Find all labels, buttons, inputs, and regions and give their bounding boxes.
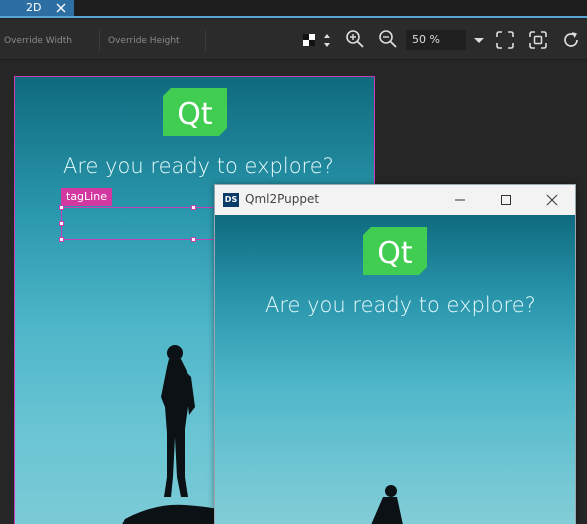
- preview-content: Qt Are you ready to explore?: [215, 215, 575, 524]
- resize-handle-left[interactable]: [59, 221, 64, 226]
- qml2puppet-window[interactable]: DS Qml2Puppet Qt Are you ready to explor…: [214, 184, 576, 524]
- zoom-out-icon[interactable]: [377, 28, 399, 50]
- tab-2d[interactable]: 2D: [0, 0, 74, 16]
- fit-selection-icon[interactable]: [527, 29, 549, 51]
- resize-handle-bottom-left[interactable]: [59, 237, 64, 242]
- resize-handle-top-left[interactable]: [59, 205, 64, 210]
- designer-window: { "tabs": [{ "label": "2D" }], "toolbar"…: [0, 0, 587, 524]
- spinner-arrows-icon[interactable]: [318, 30, 340, 52]
- override-width-field[interactable]: Override Width: [0, 30, 100, 52]
- qt-logo: Qt: [363, 227, 427, 275]
- qt-logo[interactable]: Qt: [163, 88, 227, 136]
- qt-logo-text: Qt: [177, 97, 213, 132]
- toolbar: Override Width Override Height 50 %: [0, 20, 587, 60]
- maximize-button[interactable]: [483, 185, 529, 215]
- maximize-icon: [501, 195, 511, 205]
- zoom-in-icon[interactable]: [344, 28, 366, 50]
- resize-handle-top[interactable]: [191, 205, 196, 210]
- ds-app-icon: DS: [223, 193, 239, 207]
- fit-to-view-icon[interactable]: [494, 29, 516, 51]
- tab-bar: 2D: [0, 0, 587, 18]
- override-height-field[interactable]: Override Height: [104, 30, 206, 52]
- window-title: Qml2Puppet: [245, 192, 320, 206]
- close-icon[interactable]: [55, 2, 67, 14]
- resize-handle-bottom[interactable]: [191, 237, 196, 242]
- tab-label: 2D: [26, 1, 42, 14]
- window-titlebar[interactable]: DS Qml2Puppet: [215, 185, 575, 215]
- preview-headline: Are you ready to explore?: [265, 293, 536, 317]
- chevron-down-icon[interactable]: [468, 29, 490, 51]
- close-button[interactable]: [529, 185, 575, 215]
- silhouette-figure: [371, 485, 403, 524]
- selected-item-label: tagLine: [61, 188, 112, 206]
- zoom-level-select[interactable]: 50 %: [406, 30, 466, 50]
- close-icon: [546, 194, 558, 206]
- canvas-headline[interactable]: Are you ready to explore?: [63, 154, 334, 178]
- qt-logo-text: Qt: [377, 236, 413, 271]
- minimize-button[interactable]: [437, 185, 483, 215]
- reload-icon[interactable]: [560, 29, 582, 51]
- minimize-icon: [455, 199, 465, 201]
